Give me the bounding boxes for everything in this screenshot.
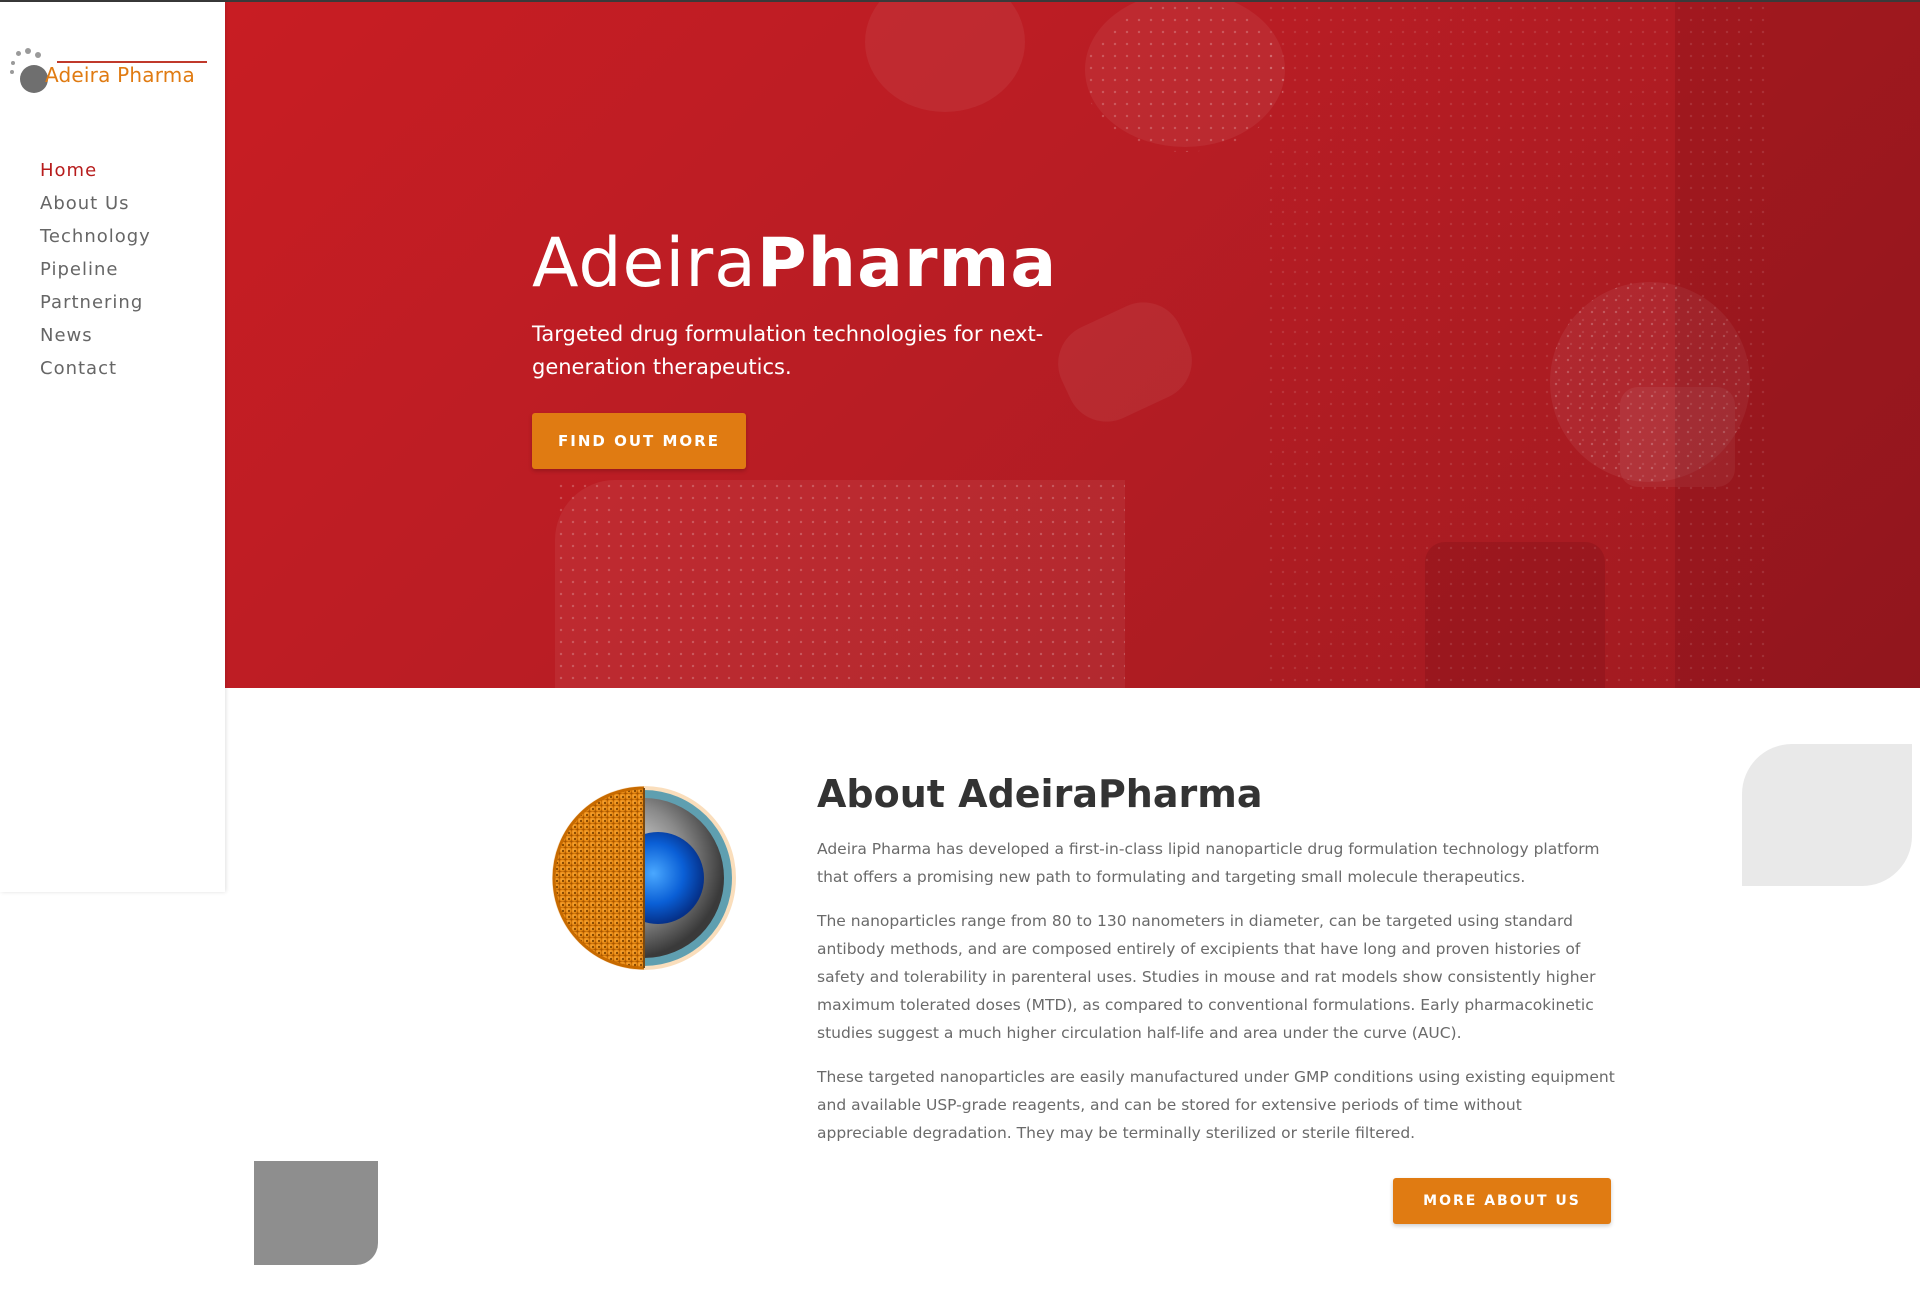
nanoparticle-illustration (552, 786, 736, 970)
hero-title-bold: Pharma (756, 224, 1058, 303)
hero-banner: AdeiraPharma Targeted drug formulation t… (225, 2, 1920, 688)
nav-link-about-us[interactable]: About Us (40, 193, 130, 214)
sidebar: Adeira Pharma Home About Us Technology P… (0, 2, 225, 892)
find-out-more-button[interactable]: FIND OUT MORE (532, 413, 746, 469)
nav-item-technology[interactable]: Technology (40, 220, 151, 253)
about-paragraph: Adeira Pharma has developed a first-in-c… (817, 840, 1600, 886)
nav-item-about-us[interactable]: About Us (40, 187, 151, 220)
hero-bg-dish-left (865, 2, 1025, 112)
nav-item-news[interactable]: News (40, 319, 151, 352)
nav-link-partnering[interactable]: Partnering (40, 292, 143, 313)
nav-link-contact[interactable]: Contact (40, 358, 117, 379)
about-body: Adeira Pharma has developed a first-in-c… (817, 835, 1617, 1163)
logo-mark (10, 48, 50, 96)
logo[interactable]: Adeira Pharma (10, 48, 215, 98)
nav-link-technology[interactable]: Technology (40, 226, 151, 247)
decorative-shape-right (1742, 744, 1912, 886)
hero-title-light: Adeira (532, 224, 757, 303)
nav-link-home[interactable]: Home (40, 160, 97, 181)
hero-title: AdeiraPharma (532, 224, 1057, 303)
nav-item-home[interactable]: Home (40, 154, 151, 187)
decorative-shape-left (254, 1161, 378, 1265)
more-about-us-button[interactable]: MORE ABOUT US (1393, 1178, 1611, 1224)
logo-text: Adeira Pharma (45, 63, 195, 87)
hero-bg-dots-top (1085, 2, 1285, 152)
about-paragraph: These targeted nanoparticles are easily … (817, 1068, 1615, 1142)
hero-subtitle: Targeted drug formulation technologies f… (532, 322, 1044, 379)
about-title: About AdeiraPharma (817, 772, 1263, 816)
nav-item-contact[interactable]: Contact (40, 352, 151, 385)
about-paragraph: The nanoparticles range from 80 to 130 n… (817, 912, 1596, 1042)
hero-bg-dots-right (1265, 2, 1765, 688)
hero-bg-dots-tray (555, 480, 1125, 688)
nav-item-pipeline[interactable]: Pipeline (40, 253, 151, 286)
main-nav: Home About Us Technology Pipeline Partne… (40, 154, 151, 385)
nav-link-news[interactable]: News (40, 325, 93, 346)
nav-item-partnering[interactable]: Partnering (40, 286, 151, 319)
nav-link-pipeline[interactable]: Pipeline (40, 259, 118, 280)
